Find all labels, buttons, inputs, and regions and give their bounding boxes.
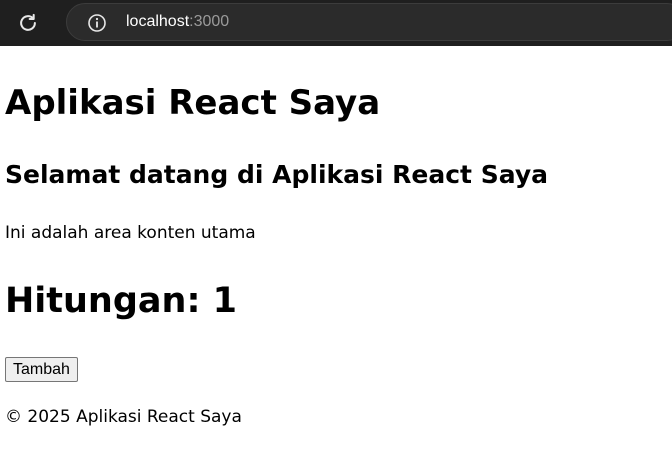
counter-display: Hitungan: 1 [5, 281, 237, 321]
browser-toolbar: localhost:3000 [0, 0, 672, 46]
url-port: :3000 [189, 13, 230, 30]
url-host: localhost [126, 13, 190, 30]
add-button[interactable]: Tambah [5, 357, 78, 382]
footer-text: © 2025 Aplikasi React Saya [5, 407, 242, 427]
info-icon[interactable] [87, 13, 107, 33]
main-content-text: Ini adalah area konten utama [5, 223, 256, 243]
page-viewport: Aplikasi React Saya Selamat datang di Ap… [3, 46, 672, 453]
welcome-heading: Selamat datang di Aplikasi React Saya [5, 160, 548, 189]
reload-icon [20, 13, 36, 31]
url-text: localhost:3000 [126, 12, 229, 32]
reload-button[interactable] [14, 9, 42, 37]
address-bar[interactable]: localhost:3000 [66, 3, 672, 41]
app-title: Aplikasi React Saya [5, 83, 381, 123]
